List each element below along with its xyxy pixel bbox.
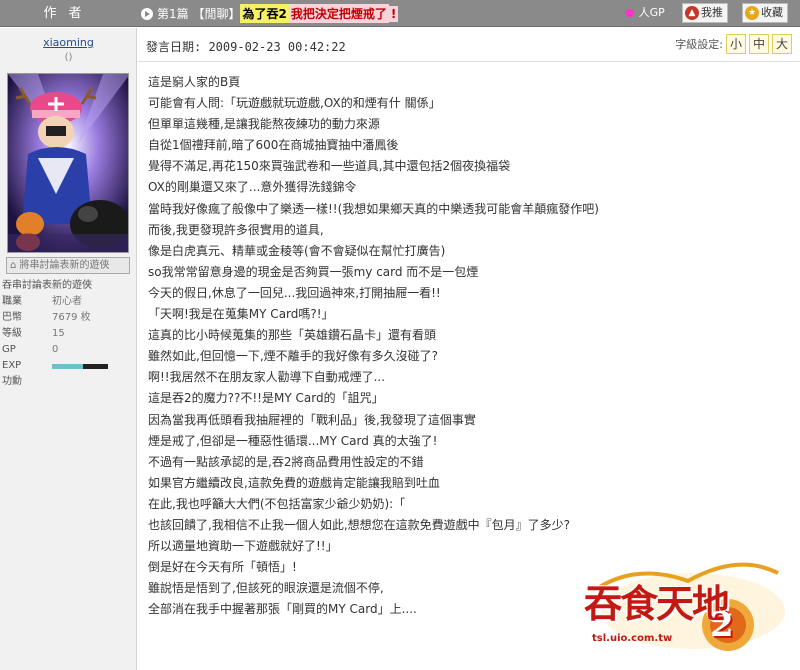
author-avatar[interactable] [7, 73, 129, 253]
font-size-label: 字級設定: [675, 38, 723, 51]
post-line: OX的剛巢還又來了...意外獲得洗錢錦令 [148, 180, 357, 195]
post-title-highlight-1: 為了吞2 [240, 4, 289, 23]
stat-key: 功勳 [2, 376, 22, 387]
avatar-action-button[interactable]: ⌂ 將串討論表新的遊俠 [6, 257, 130, 274]
game-logo-numeral: 2 [710, 605, 734, 645]
stat-key: GP [2, 344, 16, 355]
post-line: 「天啊!我是在蒐集MY Card嗎?!」 [148, 307, 334, 322]
stat-row-level: 等級 15 [2, 326, 136, 342]
author-column-header: 作者 [43, 6, 94, 21]
post-line: so我常常留意身邊的現金是否夠買一張my card 而不是一包煙 [148, 264, 479, 279]
game-logo-title: 吞食天地 [584, 581, 730, 626]
author-tagline-row: 吞串討論表新的遊俠 [2, 278, 136, 294]
post-line: 這是窮人家的B頁 [148, 75, 241, 89]
post-title-suffix: ! [388, 5, 399, 22]
post-header-bar: 作者 第1篇 【閒聊】 為了吞2 我把決定把煙戒了 ! ● 人GP ▲ 我推 ★… [0, 0, 800, 27]
stat-value: 7679 枚 [52, 312, 91, 323]
favorite-button[interactable]: ★ 收藏 [742, 3, 788, 23]
exp-bar-fill [52, 364, 83, 369]
post-line: 因為當我再低頭看我抽屜裡的「戰利品」後,我發現了這個事實 [148, 412, 476, 427]
stat-value: 15 [52, 328, 65, 339]
author-username[interactable]: xiaoming [0, 36, 137, 49]
stat-row-exp: EXP [2, 358, 136, 374]
font-size-small-button[interactable]: 小 [726, 34, 746, 54]
post-line: 當時我好像瘋了般像中了樂透一樣!!(我想如果鄉天真的中樂透我可能會羊顛瘋發作吧) [148, 201, 599, 216]
post-line: 可能會有人問:「玩遊戲就玩遊戲,OX的和煙有什 關係」 [148, 96, 441, 111]
stat-row-gp: GP 0 [2, 342, 136, 358]
post-meta-bar: 發言日期: 2009-02-23 00:42:22 字級設定: 小 中 大 [138, 28, 800, 62]
author-subtitle: () [64, 52, 73, 63]
post-line: 而後,我更發現許多很實用的道具, [148, 222, 324, 237]
gp-label: 人GP [638, 6, 665, 19]
stat-key: EXP [2, 360, 22, 371]
post-title: 第1篇 【閒聊】 為了吞2 我把決定把煙戒了 ! [137, 0, 399, 27]
stat-key: 職業 [2, 296, 22, 307]
avatar-action-label: 將串討論表新的遊俠 [19, 260, 110, 271]
font-size-setting: 字級設定: 小 中 大 [675, 34, 792, 54]
avatar-illustration [8, 74, 128, 252]
star-icon: ★ [745, 6, 759, 20]
post-line: 雖然如此,但回憶一下,煙不離手的我好像有多久沒碰了? [148, 349, 439, 364]
author-tagline: 吞串討論表新的遊俠 [2, 280, 92, 291]
post-line: 啊!!我居然不在朋友家人勸導下自動戒煙了... [148, 370, 386, 385]
stat-key: 巴幣 [2, 312, 22, 323]
recommend-button[interactable]: ▲ 我推 [682, 3, 728, 23]
post-line: 今天的假日,休息了一回兒...我回過神來,打開抽屜一看!! [148, 285, 441, 300]
game-logo: 吞食天地 2 tsl.uio.com.tw [578, 533, 788, 658]
post-line: 在此,我也呼籲大大們(不包括富家少爺少奶奶):「 [148, 496, 406, 511]
stat-key: 等級 [2, 328, 22, 339]
favorite-label: 收藏 [761, 6, 783, 19]
stat-value: 初心者 [52, 296, 82, 307]
author-panel: xiaoming () ⌂ 將串討論表新的遊俠 吞串討論表新的遊俠 職業 初心者… [0, 28, 137, 670]
thumb-icon: ▲ [685, 6, 699, 20]
game-logo-url: tsl.uio.com.tw [592, 633, 673, 644]
font-size-large-button[interactable]: 大 [772, 34, 792, 54]
post-line: 煙是戒了,但卻是一種惡性循環...MY Card 真的太強了! [148, 433, 438, 448]
author-stats: 吞串討論表新的遊俠 職業 初心者 巴幣 7679 枚 等級 15 GP 0 EX… [2, 278, 136, 390]
font-size-medium-button[interactable]: 中 [749, 34, 769, 54]
post-title-highlight-2: 我把決定把煙戒了 [288, 4, 389, 23]
stat-value: 0 [52, 344, 59, 355]
avatar-action-icon: ⌂ [10, 260, 20, 271]
post-line: 不過有一點該承認的是,吞2將商品費用性設定的不錯 [148, 454, 424, 469]
post-line: 覺得不滿足,再花150來買強武卷和一些道具,其中還包括2個夜換福袋 [148, 159, 511, 174]
post-date: 發言日期: 2009-02-23 00:42:22 [146, 40, 346, 54]
post-title-prefix: 第1篇 【閒聊】 [157, 7, 241, 21]
post-bullet-icon [141, 7, 153, 20]
stat-row-merit: 功勳 [2, 374, 136, 390]
post-line: 但單單這幾種,是讓我能熬夜練功的動力來源 [148, 117, 380, 132]
post-line: 這真的比小時候蒐集的那些「英雄鑽石晶卡」還有看頭 [148, 328, 437, 343]
gp-icon: ● [625, 5, 635, 19]
stat-row-coins: 巴幣 7679 枚 [2, 310, 136, 326]
post-line: 自從1個禮拜前,暗了600在商城抽寶抽中潘鳳後 [148, 138, 399, 153]
recommend-label: 我推 [701, 6, 723, 19]
gp-counter: ● 人GP [625, 4, 665, 20]
post-line: 像是白虎真元、精華或金稜等(會不會疑似在幫忙打廣告) [148, 243, 446, 258]
post-line: 這是吞2的魔力??不!!是MY Card的「詛咒」 [148, 391, 384, 406]
post-panel: 發言日期: 2009-02-23 00:42:22 字級設定: 小 中 大 這是… [138, 28, 800, 670]
exp-bar [52, 364, 108, 369]
stat-row-job: 職業 初心者 [2, 294, 136, 310]
post-line: 如果官方繼續改良,這款免費的遊戲肯定能讓我賠到吐血 [148, 475, 440, 490]
